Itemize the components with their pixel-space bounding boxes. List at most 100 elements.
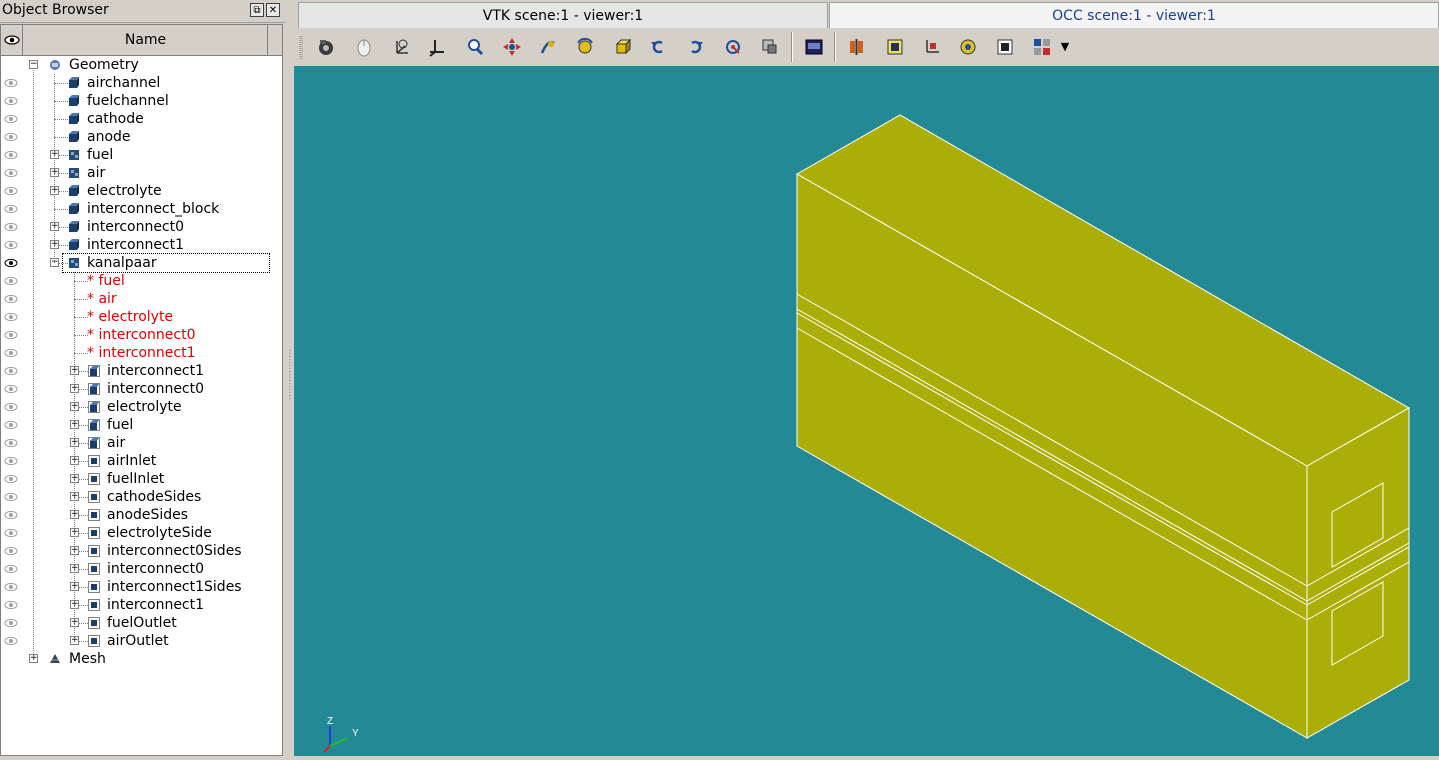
toolbar-handle[interactable]	[298, 34, 304, 62]
tree-item-label[interactable]: * fuel	[87, 272, 125, 290]
reset-view-icon[interactable]	[722, 36, 744, 58]
tree-row[interactable]: + interconnect1	[1, 596, 282, 614]
tree-item-label[interactable]: air	[87, 164, 105, 182]
tree-item-label[interactable]: interconnect0	[87, 218, 184, 236]
tree-row[interactable]: + interconnect0Sides	[1, 542, 282, 560]
name-column-header[interactable]: Name	[24, 25, 268, 55]
visibility-eye-icon[interactable]	[4, 168, 18, 177]
visibility-eye-icon[interactable]	[4, 474, 18, 483]
visibility-eye-icon[interactable]	[4, 600, 18, 609]
tree-item-label[interactable]: kanalpaar	[62, 253, 270, 273]
tree-item-label[interactable]: fuelOutlet	[107, 614, 177, 632]
visibility-eye-icon[interactable]	[4, 510, 18, 519]
tree-item-label[interactable]: * electrolyte	[87, 308, 173, 326]
shading-icon[interactable]	[612, 36, 634, 58]
visibility-eye-icon[interactable]	[4, 222, 18, 231]
clockwise-icon[interactable]	[685, 36, 707, 58]
tree-item-label[interactable]: fuel	[87, 146, 113, 164]
close-button[interactable]: ✕	[266, 3, 280, 17]
tree-row[interactable]: * interconnect0	[1, 326, 282, 344]
anticlockwise-icon[interactable]	[647, 36, 669, 58]
tree-item-label[interactable]: fuelchannel	[87, 92, 169, 110]
tab-occ-scene[interactable]: OCC scene:1 - viewer:1	[829, 2, 1439, 28]
dump-view-icon[interactable]	[315, 36, 337, 58]
tree-item-label[interactable]: * air	[87, 290, 117, 308]
tree-row[interactable]: + cathodeSides	[1, 488, 282, 506]
tree-row[interactable]: + interconnect1	[1, 362, 282, 380]
visibility-eye-icon[interactable]	[4, 204, 18, 213]
tree-item-label[interactable]: interconnect1	[87, 236, 184, 254]
tree-item-label[interactable]: interconnect1	[107, 596, 204, 614]
tree-row[interactable]: + interconnect1Sides	[1, 578, 282, 596]
tree-row[interactable]: + interconnect0	[1, 380, 282, 398]
fit-all-icon[interactable]	[426, 36, 448, 58]
scaling-icon[interactable]	[994, 36, 1016, 58]
tree-item-label[interactable]: interconnect0Sides	[107, 542, 242, 560]
visibility-eye-icon[interactable]	[4, 114, 18, 123]
visibility-eye-icon[interactable]	[4, 276, 18, 285]
tree-row[interactable]: * electrolyte	[1, 308, 282, 326]
tree-row[interactable]: + interconnect0	[1, 218, 282, 236]
tree-item-label[interactable]: air	[107, 434, 125, 452]
visibility-column-header[interactable]	[1, 25, 23, 55]
tree-row[interactable]: + fuel	[1, 416, 282, 434]
tree-row[interactable]: + fuelOutlet	[1, 614, 282, 632]
interaction-style-icon[interactable]	[353, 36, 375, 58]
visibility-eye-icon[interactable]	[4, 330, 18, 339]
tree-row[interactable]: + air	[1, 434, 282, 452]
visibility-eye-icon[interactable]	[4, 384, 18, 393]
tree-row[interactable]: anode	[1, 128, 282, 146]
visibility-eye-icon[interactable]	[4, 96, 18, 105]
pan-icon[interactable]	[501, 36, 523, 58]
visibility-eye-icon[interactable]	[4, 636, 18, 645]
visibility-eye-icon[interactable]	[4, 150, 18, 159]
tree-row[interactable]: + Mesh	[1, 650, 282, 668]
undock-button[interactable]: ⧉	[250, 3, 264, 17]
tree-row[interactable]: + anodeSides	[1, 506, 282, 524]
tree-row[interactable]: + air	[1, 164, 282, 182]
tree-item-label[interactable]: fuelInlet	[107, 470, 164, 488]
rotate-icon[interactable]	[574, 36, 596, 58]
tree-row[interactable]: + interconnect0	[1, 560, 282, 578]
tree-row[interactable]: + airOutlet	[1, 632, 282, 650]
tree-row[interactable]: + electrolyte	[1, 398, 282, 416]
tree-row[interactable]: * interconnect1	[1, 344, 282, 362]
tree-row[interactable]: + interconnect1	[1, 236, 282, 254]
visibility-eye-icon[interactable]	[4, 528, 18, 537]
tree-row[interactable]: interconnect_block	[1, 200, 282, 218]
tree-item-label[interactable]: airchannel	[87, 74, 160, 92]
tree-item-label[interactable]: electrolyte	[107, 398, 182, 416]
tree-row[interactable]: airchannel	[1, 74, 282, 92]
visibility-eye-icon[interactable]	[4, 294, 18, 303]
tree-item-label[interactable]: anodeSides	[107, 506, 188, 524]
tree-item-label[interactable]: fuel	[107, 416, 133, 434]
tree-item-label[interactable]: * interconnect1	[87, 344, 195, 362]
tab-vtk-scene[interactable]: VTK scene:1 - viewer:1	[298, 2, 828, 28]
visibility-eye-icon[interactable]	[4, 186, 18, 195]
visibility-eye-icon[interactable]	[4, 564, 18, 573]
visibility-eye-icon[interactable]	[4, 402, 18, 411]
zoom-icon[interactable]	[464, 36, 486, 58]
tree-item-label[interactable]: interconnect0	[107, 560, 204, 578]
tree-item-label[interactable]: cathodeSides	[107, 488, 201, 506]
trihedron-icon[interactable]	[390, 36, 412, 58]
tree-item-label[interactable]: airOutlet	[107, 632, 169, 650]
global-pan-icon[interactable]	[537, 36, 559, 58]
visibility-eye-icon[interactable]	[4, 546, 18, 555]
tree-item-label[interactable]: * interconnect0	[87, 326, 195, 344]
tree-item-label[interactable]: Mesh	[69, 650, 106, 668]
bottom-view-icon[interactable]	[957, 36, 979, 58]
graduated-axes-icon[interactable]	[803, 36, 825, 58]
tree-row[interactable]: cathode	[1, 110, 282, 128]
tree-item-label[interactable]: interconnect_block	[87, 200, 219, 218]
tree-row[interactable]: + fuel	[1, 146, 282, 164]
panel-splitter[interactable]	[287, 0, 293, 756]
tree-row[interactable]: − kanalpaar	[1, 253, 282, 273]
visibility-eye-icon[interactable]	[4, 438, 18, 447]
selection-icon[interactable]	[1031, 36, 1053, 58]
top-view-icon[interactable]	[921, 36, 943, 58]
tree-row[interactable]: − Geometry	[1, 56, 282, 74]
clipping-icon[interactable]	[759, 36, 781, 58]
box-shape[interactable]	[795, 114, 1411, 739]
visibility-eye-icon[interactable]	[4, 312, 18, 321]
